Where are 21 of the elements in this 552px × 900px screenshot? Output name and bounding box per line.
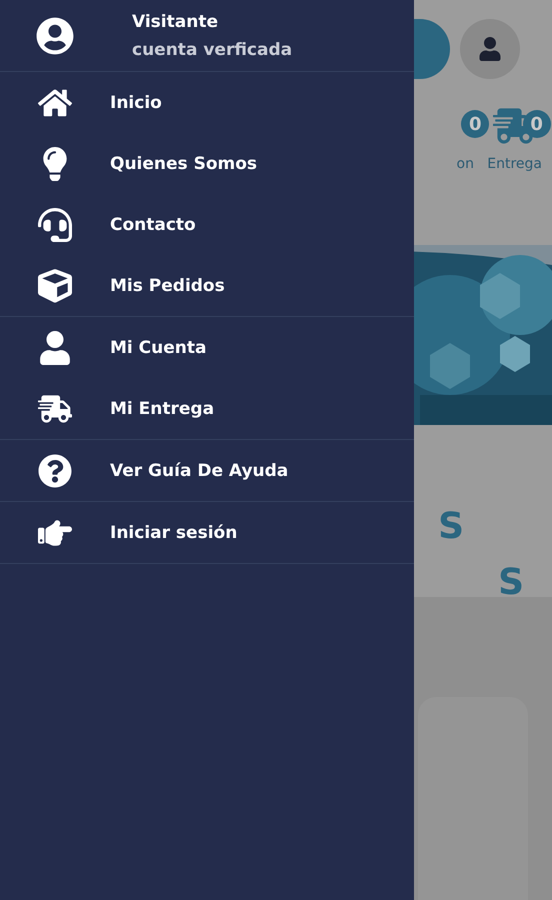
user-name: Visitante [132,12,219,32]
person-icon [478,37,502,61]
heading-letter: S [438,505,464,549]
menu-item[interactable]: Iniciar sesión [0,502,414,563]
badge-label: on [456,156,474,172]
help-icon [38,454,72,488]
menu-item[interactable]: Contacto [0,194,414,255]
person-icon [38,330,72,364]
heading-letter: S [498,561,524,605]
menu-item[interactable]: Quienes Somos [0,133,414,194]
menu-item[interactable]: Mis Pedidos [0,255,414,316]
badge-label: Entrega [487,156,542,172]
count-badge: 0 [461,110,490,138]
menu-item[interactable]: Inicio [0,72,414,133]
cube-icon [38,268,72,302]
menu-item[interactable]: Mi Entrega [0,378,414,439]
menu-item[interactable]: Ver Guía De Ayuda [0,440,414,501]
count-badge: 0 [522,110,551,138]
menu-item[interactable]: Mi Cuenta [0,317,414,378]
headset-icon [38,208,72,242]
account-status: cuenta verficada [132,40,292,60]
